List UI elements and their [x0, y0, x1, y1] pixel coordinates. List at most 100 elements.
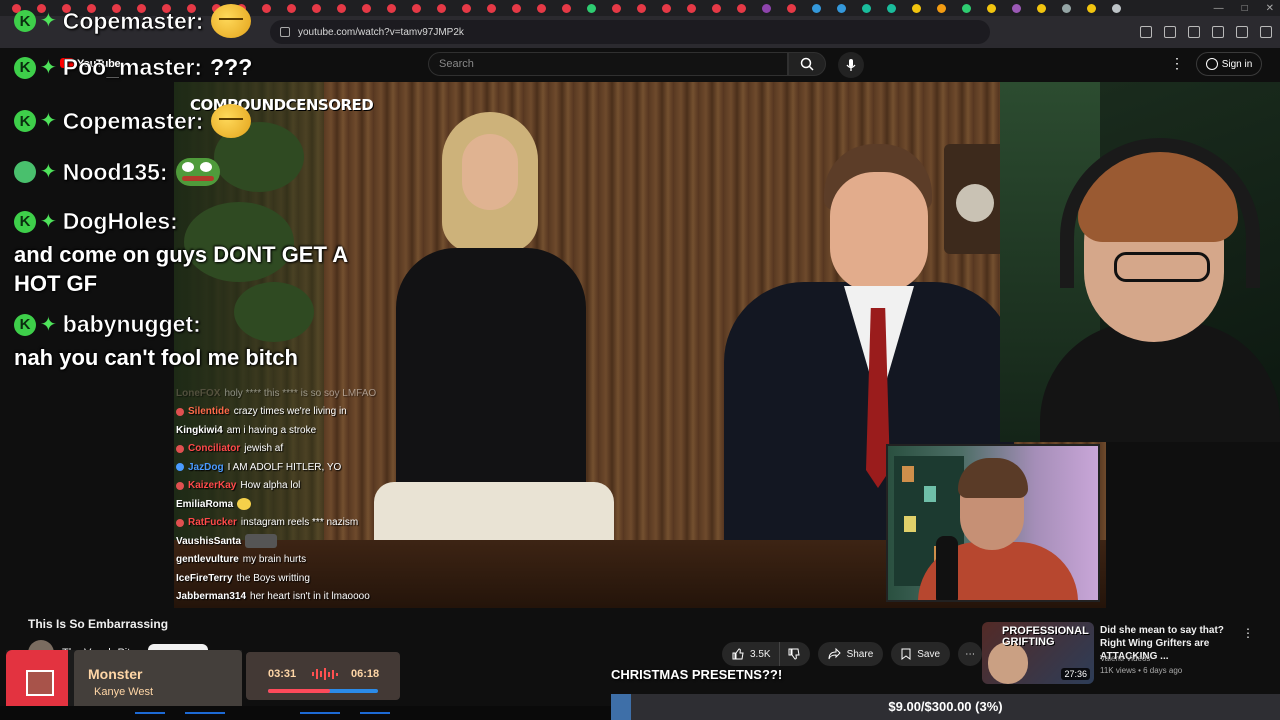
chat-line: K ✦ babynugget: [14, 311, 201, 338]
extension-icon[interactable] [1236, 26, 1248, 38]
recommended-channel[interactable]: Valenti Videos [1100, 654, 1150, 663]
browser-tab[interactable] [529, 0, 554, 16]
search-button[interactable] [788, 52, 826, 76]
browser-tab[interactable] [904, 0, 929, 16]
chat-username: Copemaster: [62, 107, 204, 134]
browser-tab[interactable] [604, 0, 629, 16]
recommended-video[interactable]: PROFESSIONAL GRIFTING 27:36 Did she mean … [982, 622, 1272, 686]
browser-tab[interactable] [879, 0, 904, 16]
browser-tab[interactable] [1104, 0, 1129, 16]
extension-icon[interactable] [1188, 26, 1200, 38]
small-chat-message: How alpha lol [240, 480, 301, 491]
browser-tab[interactable] [704, 0, 729, 16]
browser-tab[interactable] [404, 0, 429, 16]
site-info-icon[interactable] [280, 27, 290, 37]
browser-tab[interactable] [579, 0, 604, 16]
browser-tab[interactable] [954, 0, 979, 16]
browser-tab[interactable] [254, 0, 279, 16]
browser-tab[interactable] [354, 0, 379, 16]
small-chat-line: gentlevulture my brain hurts [176, 551, 306, 569]
small-chat-message: her heart isn't in it lmaoooo [250, 591, 370, 602]
address-bar[interactable]: youtube.com/watch?v=tamv97JMP2k [270, 20, 990, 44]
like-button[interactable]: 3.5K [722, 642, 779, 666]
relieved-face-emote-icon [211, 4, 252, 38]
browser-tab[interactable] [754, 0, 779, 16]
chat-line: K ✦ Poo_master:??? [14, 54, 252, 81]
browser-tab[interactable] [329, 0, 354, 16]
browser-tab[interactable] [729, 0, 754, 16]
small-chat-line: JazDog I AM ADOLF HITLER, YO [176, 458, 341, 476]
chat-emote-icon [245, 534, 278, 548]
browser-tab[interactable] [479, 0, 504, 16]
video-actions: 3.5K Share Save ⋯ [722, 642, 983, 666]
browser-tab[interactable] [1004, 0, 1029, 16]
small-chat-message: jewish af [244, 443, 284, 454]
song-title: Monster [88, 666, 143, 682]
save-button[interactable]: Save [891, 642, 951, 666]
small-chat-line: Conciliator jewish af [176, 440, 283, 458]
small-chat-message: instagram reels *** nazism [240, 517, 359, 528]
small-chat-message: the Boys writting [236, 572, 310, 584]
sub-badge-icon: ✦ [40, 56, 57, 79]
menu-icon[interactable] [1260, 26, 1272, 38]
minimize-icon[interactable]: — [1214, 3, 1224, 14]
browser-tab[interactable] [504, 0, 529, 16]
dislike-button[interactable] [778, 642, 810, 666]
kick-badge-icon: K [14, 210, 36, 233]
tab-favicon-icon [1037, 3, 1046, 13]
extension-icon[interactable] [1212, 26, 1224, 38]
song-progress-bar [268, 689, 378, 693]
browser-tab[interactable] [854, 0, 879, 16]
browser-tab[interactable] [429, 0, 454, 16]
tab-favicon-icon [287, 3, 296, 13]
browser-tab[interactable] [1079, 0, 1104, 16]
browser-tab[interactable] [279, 0, 304, 16]
extension-icon[interactable] [1164, 26, 1176, 38]
streamer-webcam [1000, 82, 1280, 442]
browser-tab[interactable] [654, 0, 679, 16]
browser-tab[interactable] [1029, 0, 1054, 16]
browser-tab[interactable] [629, 0, 654, 16]
small-chat-line: VaushisSanta [176, 532, 278, 550]
browser-tab[interactable] [1054, 0, 1079, 16]
album-art [6, 650, 68, 712]
browser-tab[interactable] [304, 0, 329, 16]
video-title: This Is So Embarrassing [28, 617, 169, 631]
chat-message-line: and come on guys DONT GET A [14, 242, 349, 267]
browser-tab[interactable] [929, 0, 954, 16]
more-options-icon[interactable]: ⋮ [1242, 626, 1254, 640]
share-button[interactable]: Share [817, 642, 884, 666]
more-actions-button[interactable]: ⋯ [958, 642, 983, 666]
small-chat-username: gentlevulture [176, 554, 239, 565]
maximize-icon[interactable]: □ [1242, 3, 1248, 14]
browser-tab[interactable] [679, 0, 704, 16]
browser-tab[interactable] [829, 0, 854, 16]
waveform-icon [312, 668, 340, 680]
tab-favicon-icon [512, 3, 521, 13]
tab-favicon-icon [562, 3, 571, 13]
tab-favicon-icon [862, 3, 871, 13]
browser-tab[interactable] [554, 0, 579, 16]
chat-username: babynugget: [62, 311, 202, 338]
settings-menu-icon[interactable]: ⋮ [1170, 56, 1184, 72]
small-chat-username: VaushisSanta [176, 535, 242, 547]
browser-tab[interactable] [804, 0, 829, 16]
relieved-face-emote-icon [211, 104, 252, 138]
chat-username: Copemaster: [62, 7, 204, 34]
browser-tab[interactable] [979, 0, 1004, 16]
small-chat-message: am i having a stroke [226, 424, 317, 436]
recommended-thumbnail[interactable]: PROFESSIONAL GRIFTING 27:36 [982, 622, 1094, 684]
sub-badge-icon: ✦ [40, 313, 57, 336]
tab-favicon-icon [387, 3, 396, 13]
search-input[interactable]: Search [428, 52, 788, 76]
browser-tab[interactable] [379, 0, 404, 16]
close-icon[interactable]: ✕ [1266, 3, 1274, 14]
extension-icon[interactable] [1140, 26, 1152, 38]
voice-search-button[interactable] [838, 52, 864, 78]
man-face [830, 172, 928, 292]
browser-tab[interactable] [779, 0, 804, 16]
chat-line: K ✦ Copemaster: [14, 4, 252, 38]
browser-tab[interactable] [454, 0, 479, 16]
tab-favicon-icon [587, 3, 596, 13]
sign-in-button[interactable]: Sign in [1196, 52, 1262, 76]
